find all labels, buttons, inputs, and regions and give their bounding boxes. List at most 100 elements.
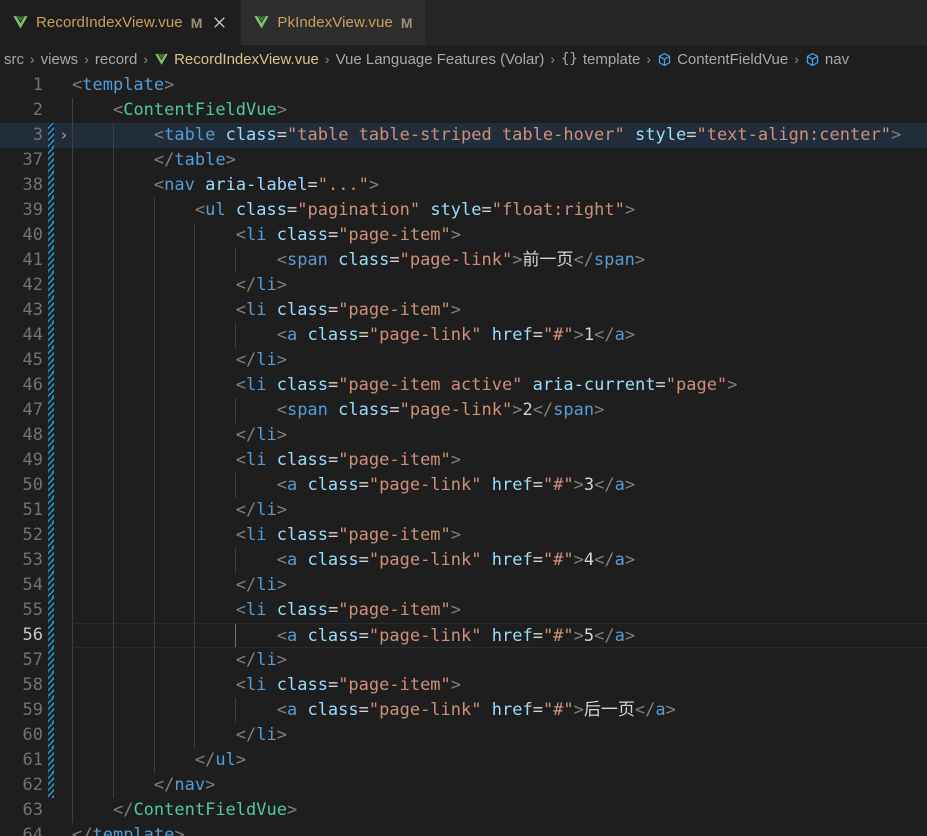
breadcrumb-item-src[interactable]: src — [2, 51, 26, 68]
indent-guide — [112, 323, 114, 348]
indent-guide — [235, 248, 237, 273]
indent-guide — [153, 598, 155, 623]
code-line[interactable]: 58 <li class="page-item"> — [0, 673, 927, 698]
breadcrumb-item-vue-language-features-volar[interactable]: Vue Language Features (Volar) — [334, 51, 547, 68]
code-line[interactable]: 41 <span class="page-link">前一页</span> — [0, 248, 927, 273]
code-token-punct: </ — [532, 400, 554, 420]
code-token-str: "page-link" — [368, 550, 482, 570]
code-line[interactable]: 38 <nav aria-label="..."> — [0, 173, 927, 198]
code-line[interactable]: 46 <li class="page-item active" aria-cur… — [0, 373, 927, 398]
code-line[interactable]: 42 </li> — [0, 273, 927, 298]
code-line[interactable]: 64 </template> — [0, 823, 927, 836]
code-token-eq: = — [327, 525, 339, 545]
fold-stripe-gutter — [44, 648, 56, 673]
code-line[interactable]: 61 </ul> — [0, 748, 927, 773]
code-line-content: <span class="page-link">2</span> — [72, 398, 927, 423]
code-line[interactable]: 39 <ul class="pagination" style="float:r… — [0, 198, 927, 223]
code-line[interactable]: 47 <span class="page-link">2</span> — [0, 398, 927, 423]
fold-gutter-slot — [56, 398, 72, 423]
code-line[interactable]: 54 </li> — [0, 573, 927, 598]
code-line-content: </li> — [72, 273, 927, 298]
indent-guide — [153, 373, 155, 398]
code-token-tag: a — [614, 550, 625, 570]
code-line[interactable]: 3 › <table class="table table-striped tab… — [0, 123, 927, 148]
code-token-tag: li — [246, 450, 267, 470]
line-number: 57 — [22, 650, 43, 670]
fold-stripe-gutter — [44, 398, 56, 423]
code-line[interactable]: 49 <li class="page-item"> — [0, 448, 927, 473]
code-token-tag: span — [553, 400, 595, 420]
code-token-eq: = — [389, 400, 400, 420]
fold-expand-chevron-icon[interactable]: › — [56, 123, 72, 148]
code-token-punct: > — [450, 300, 462, 320]
breadcrumb-item-record[interactable]: record — [93, 51, 140, 68]
code-line[interactable]: 56 <a class="page-link" href="#">5</a> — [0, 623, 927, 648]
code-line[interactable]: 43 <li class="page-item"> — [0, 298, 927, 323]
close-icon[interactable] — [211, 14, 228, 31]
breadcrumb-item-views[interactable]: views — [39, 51, 81, 68]
indent-guide — [153, 273, 155, 298]
code-token-eq: = — [327, 675, 339, 695]
code-lines: 1 <template> 2 <ContentFieldVue> 3 › <table … — [0, 73, 927, 836]
fold-gutter-slot — [56, 223, 72, 248]
indent-guide — [72, 748, 73, 773]
fold-gutter-slot — [56, 773, 72, 798]
indent-guide — [72, 223, 73, 248]
code-line[interactable]: 52 <li class="page-item"> — [0, 523, 927, 548]
fold-stripe-gutter — [44, 223, 56, 248]
indent-guide — [153, 348, 155, 373]
code-token-punct: > — [573, 700, 584, 720]
code-line[interactable]: 48 </li> — [0, 423, 927, 448]
tab-pk-index-view[interactable]: PkIndexView.vue M — [241, 0, 426, 45]
code-token-attr: aria-current — [532, 375, 656, 395]
breadcrumb-item-template[interactable]: {} template — [559, 51, 642, 68]
code-line[interactable]: 44 <a class="page-link" href="#">1</a> — [0, 323, 927, 348]
indent-guide — [72, 273, 73, 298]
code-line[interactable]: 60 </li> — [0, 723, 927, 748]
code-token-punct: > — [727, 375, 738, 395]
code-token-punct: > — [276, 100, 287, 120]
indent-guide — [153, 723, 155, 748]
fold-gutter-slot — [56, 348, 72, 373]
code-editor[interactable]: 1 <template> 2 <ContentFieldVue> 3 › <table … — [0, 73, 927, 836]
breadcrumb-item-contentfieldvue[interactable]: ContentFieldVue — [655, 51, 790, 68]
breadcrumb-item-recordindexview-vue[interactable]: RecordIndexView.vue — [152, 51, 321, 68]
indent-guide — [194, 498, 196, 523]
indent-guide — [112, 698, 114, 723]
breadcrumb-separator: › — [794, 51, 799, 67]
code-line[interactable]: 57 </li> — [0, 648, 927, 673]
code-token-tag: table — [164, 125, 216, 145]
fold-stripe-gutter — [44, 723, 56, 748]
code-token-punct: < — [276, 626, 287, 646]
breadcrumb-separator: › — [30, 51, 35, 67]
fold-gutter-slot — [56, 823, 72, 836]
code-line[interactable]: 53 <a class="page-link" href="#">4</a> — [0, 548, 927, 573]
code-token-tag: template — [92, 825, 175, 836]
tab-record-index-view[interactable]: RecordIndexView.vue M — [0, 0, 242, 45]
indent-guide — [72, 624, 73, 647]
code-line[interactable]: 2 <ContentFieldVue> — [0, 98, 927, 123]
code-token-punct: > — [276, 725, 287, 745]
code-line[interactable]: 63 </ContentFieldVue> — [0, 798, 927, 823]
code-token-punct: > — [205, 775, 216, 795]
indent-guide — [72, 573, 73, 598]
breadcrumb-item-nav[interactable]: nav — [803, 51, 851, 68]
code-line[interactable]: 45 </li> — [0, 348, 927, 373]
code-line[interactable]: 55 <li class="page-item"> — [0, 598, 927, 623]
code-line[interactable]: 62 </nav> — [0, 773, 927, 798]
code-line[interactable]: 51 </li> — [0, 498, 927, 523]
code-line[interactable]: 40 <li class="page-item"> — [0, 223, 927, 248]
code-token-attr: class — [276, 300, 328, 320]
code-token-attr: class — [307, 626, 359, 646]
code-line[interactable]: 59 <a class="page-link" href="#">后一页</a> — [0, 698, 927, 723]
code-token-tag: a — [614, 325, 625, 345]
indent-guide — [194, 273, 196, 298]
code-line[interactable]: 1 <template> — [0, 73, 927, 98]
code-line[interactable]: 50 <a class="page-link" href="#">3</a> — [0, 473, 927, 498]
vue-file-icon — [253, 14, 270, 31]
line-number: 40 — [22, 225, 43, 245]
code-token-str: "..." — [317, 175, 369, 195]
code-line[interactable]: 37 </table> — [0, 148, 927, 173]
